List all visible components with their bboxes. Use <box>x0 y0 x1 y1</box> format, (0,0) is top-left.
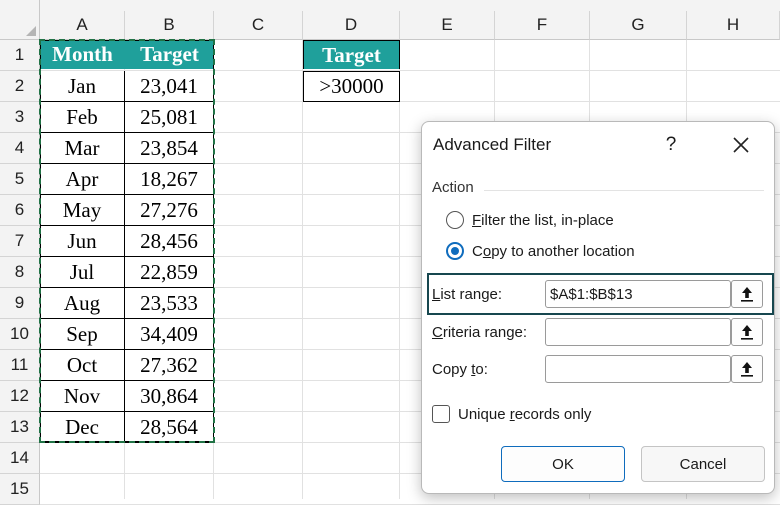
action-section-label: Action <box>432 179 474 196</box>
row-header-2[interactable]: 2 <box>0 71 40 102</box>
radio-filter-in-place-circle[interactable] <box>446 211 464 229</box>
cell-target[interactable]: 28,564 <box>125 412 214 443</box>
copy-to-collapse-button[interactable] <box>731 355 763 383</box>
cell-target[interactable]: 23,854 <box>125 133 214 164</box>
row-header-5[interactable]: 5 <box>0 164 40 195</box>
collapse-dialog-icon <box>741 287 753 302</box>
unique-records-row[interactable]: Unique records only <box>432 405 591 423</box>
cell-month[interactable]: Dec <box>40 412 125 443</box>
radio-copy-to-location[interactable]: Copy to another location <box>446 242 635 260</box>
cell-target[interactable]: 23,533 <box>125 288 214 319</box>
cell-month[interactable]: Mar <box>40 133 125 164</box>
cell-target[interactable]: 18,267 <box>125 164 214 195</box>
column-header-a[interactable]: A <box>40 11 125 40</box>
cell-month[interactable]: Apr <box>40 164 125 195</box>
list-range-row: List range: $A$1:$B$13 <box>432 277 766 311</box>
row-header-3[interactable]: 3 <box>0 102 40 133</box>
row-header-15[interactable]: 15 <box>0 474 40 505</box>
column-header-strip <box>40 0 780 11</box>
row-header-8[interactable]: 8 <box>0 257 40 288</box>
radio-copy-to-location-label: Copy to another location <box>472 242 635 260</box>
column-header-f[interactable]: F <box>495 11 590 40</box>
column-header-e[interactable]: E <box>400 11 495 40</box>
gridline-vertical <box>399 40 400 499</box>
advanced-filter-dialog: Advanced Filter ? Action Filter the list… <box>421 121 775 494</box>
cell-target[interactable]: 23,041 <box>125 71 214 102</box>
cell-target[interactable]: 27,362 <box>125 350 214 381</box>
row-header-14[interactable]: 14 <box>0 443 40 474</box>
select-all-triangle-icon <box>26 26 36 36</box>
row-header-9[interactable]: 9 <box>0 288 40 319</box>
unique-records-label: Unique records only <box>458 405 592 423</box>
cell-month[interactable]: Aug <box>40 288 125 319</box>
unique-records-checkbox[interactable] <box>432 405 450 423</box>
cell-month[interactable]: Jan <box>40 71 125 102</box>
cell-month[interactable]: Oct <box>40 350 125 381</box>
collapse-dialog-icon <box>741 325 753 340</box>
row-header-6[interactable]: 6 <box>0 195 40 226</box>
row-header-1[interactable]: 1 <box>0 40 40 71</box>
row-header-13[interactable]: 13 <box>0 412 40 443</box>
dialog-title: Advanced Filter <box>433 135 552 154</box>
radio-filter-in-place-label: Filter the list, in-place <box>472 211 614 229</box>
row-header-7[interactable]: 7 <box>0 226 40 257</box>
copy-to-input[interactable] <box>545 355 731 383</box>
copy-to-label: Copy to: <box>432 360 488 378</box>
cell-target[interactable]: 34,409 <box>125 319 214 350</box>
cell-month[interactable]: Nov <box>40 381 125 412</box>
close-button[interactable] <box>727 132 755 158</box>
collapse-dialog-icon <box>741 362 753 377</box>
cell-month[interactable]: Jul <box>40 257 125 288</box>
row-header-12[interactable]: 12 <box>0 381 40 412</box>
radio-filter-in-place[interactable]: Filter the list, in-place <box>446 211 614 229</box>
cell-target[interactable]: 30,864 <box>125 381 214 412</box>
criteria-range-row: Criteria range: <box>432 315 766 349</box>
column-header-g[interactable]: G <box>590 11 687 40</box>
ok-button[interactable]: OK <box>501 446 625 482</box>
cell-month[interactable]: May <box>40 195 125 226</box>
column-header-h[interactable]: H <box>687 11 780 40</box>
row-header-4[interactable]: 4 <box>0 133 40 164</box>
list-range-input[interactable]: $A$1:$B$13 <box>545 280 731 308</box>
cell-a1-header[interactable]: Month <box>40 40 125 69</box>
radio-copy-to-location-circle[interactable] <box>446 242 464 260</box>
row-header-11[interactable]: 11 <box>0 350 40 381</box>
cell-target[interactable]: 28,456 <box>125 226 214 257</box>
select-all-corner[interactable] <box>0 0 40 40</box>
cancel-button[interactable]: Cancel <box>641 446 765 482</box>
criteria-range-input[interactable] <box>545 318 731 346</box>
column-header-b[interactable]: B <box>125 11 214 40</box>
close-icon <box>733 137 749 153</box>
list-range-collapse-button[interactable] <box>731 280 763 308</box>
help-button[interactable]: ? <box>658 132 684 158</box>
cell-target[interactable]: 22,859 <box>125 257 214 288</box>
copy-to-row: Copy to: <box>432 352 766 386</box>
cell-b1-header[interactable]: Target <box>125 40 214 69</box>
cell-month[interactable]: Jun <box>40 226 125 257</box>
criteria-value-cell[interactable]: >30000 <box>303 71 400 102</box>
column-header-c[interactable]: C <box>214 11 303 40</box>
cell-target[interactable]: 27,276 <box>125 195 214 226</box>
cell-target[interactable]: 25,081 <box>125 102 214 133</box>
cell-month[interactable]: Feb <box>40 102 125 133</box>
cell-month[interactable]: Sep <box>40 319 125 350</box>
column-header-d[interactable]: D <box>303 11 400 40</box>
action-divider <box>484 190 764 191</box>
list-range-label: List range: <box>432 285 503 303</box>
criteria-range-label: Criteria range: <box>432 323 528 341</box>
gridline-vertical <box>302 40 303 499</box>
criteria-header-cell[interactable]: Target <box>303 40 400 69</box>
criteria-range-collapse-button[interactable] <box>731 318 763 346</box>
row-header-10[interactable]: 10 <box>0 319 40 350</box>
